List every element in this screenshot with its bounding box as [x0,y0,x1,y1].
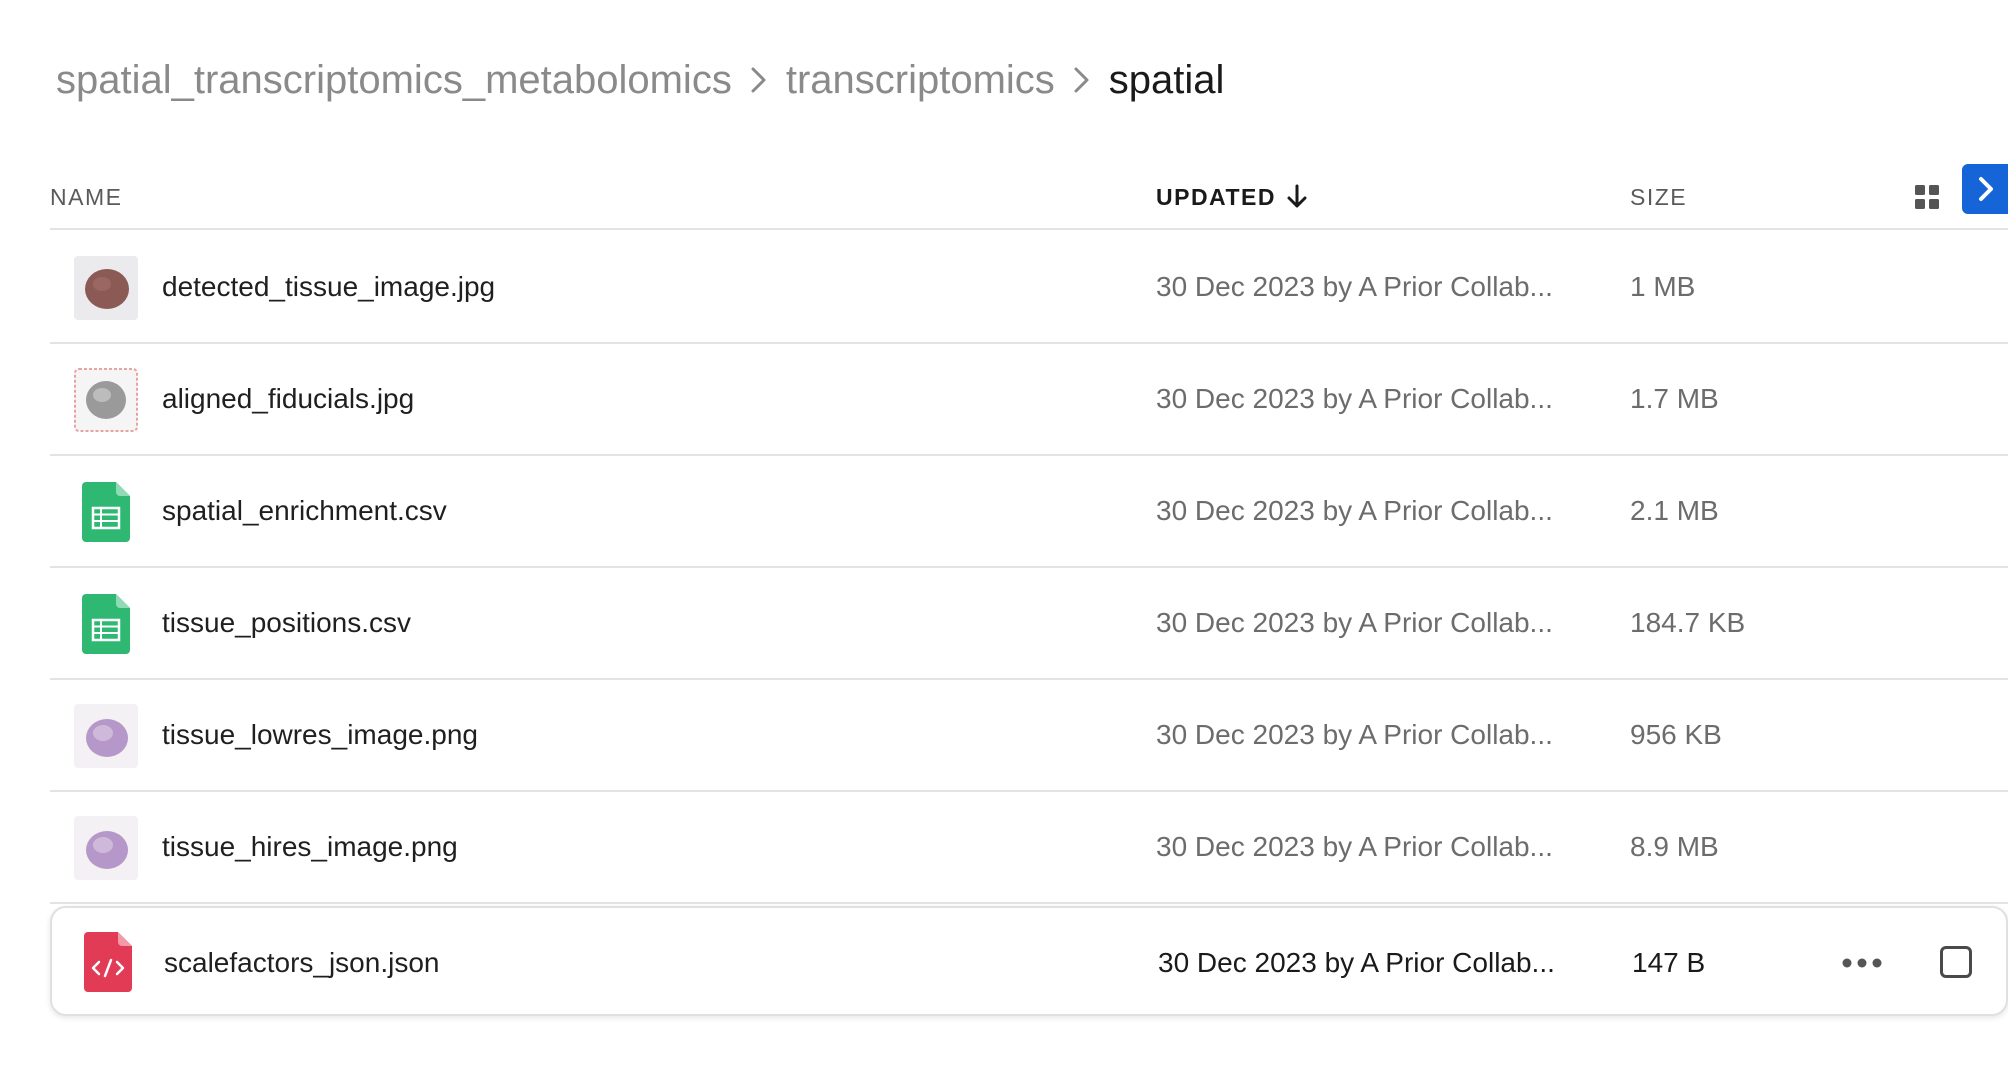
column-header-updated-label: UPDATED [1156,183,1276,210]
tissue-thumbnail [74,704,138,768]
spreadsheet-icon [74,480,138,544]
expand-panel-button[interactable] [1962,164,2008,214]
code-file-icon [76,930,140,994]
file-name[interactable]: tissue_positions.csv [162,568,411,678]
file-size: 184.7 KB [1630,607,1746,638]
tissue-thumbnail [74,816,138,880]
more-horizontal-icon [1842,958,1882,968]
file-row-selected[interactable]: scalefactors_json.json 30 Dec 2023 by A … [50,906,2008,1016]
file-size: 8.9 MB [1630,831,1719,862]
file-row[interactable]: detected_tissue_image.jpg 30 Dec 2023 by… [50,232,2008,344]
file-name[interactable]: scalefactors_json.json [164,908,439,1018]
breadcrumb-item-transcriptomics[interactable]: transcriptomics [786,58,1055,103]
chevron-right-icon [732,50,786,110]
file-row[interactable]: tissue_positions.csv 30 Dec 2023 by A Pr… [50,568,2008,680]
file-updated: 30 Dec 2023 by A Prior Collab... [1156,271,1553,302]
arrow-down-icon [1287,184,1307,208]
breadcrumb: spatial_transcriptomics_metabolomics tra… [56,50,1224,110]
file-updated: 30 Dec 2023 by A Prior Collab... [1156,719,1553,750]
file-name[interactable]: detected_tissue_image.jpg [162,232,495,342]
file-name[interactable]: tissue_lowres_image.png [162,680,478,790]
file-size: 147 B [1632,947,1706,978]
select-checkbox[interactable] [1940,946,1972,978]
breadcrumb-item-root[interactable]: spatial_transcriptomics_metabolomics [56,58,732,103]
breadcrumb-item-current: spatial [1108,57,1225,102]
grid-view-button[interactable] [1902,172,1952,222]
column-header-name[interactable]: NAME [50,172,122,222]
file-size: 1 MB [1630,271,1696,302]
file-size: 2.1 MB [1630,495,1719,526]
file-updated: 30 Dec 2023 by A Prior Collab... [1156,495,1553,526]
file-size: 1.7 MB [1630,383,1719,414]
spreadsheet-icon [74,592,138,656]
file-row[interactable]: aligned_fiducials.jpg 30 Dec 2023 by A P… [50,344,2008,456]
file-name[interactable]: spatial_enrichment.csv [162,456,447,566]
file-name[interactable]: tissue_hires_image.png [162,792,458,902]
file-row[interactable]: tissue_lowres_image.png 30 Dec 2023 by A… [50,680,2008,792]
table-header: NAME UPDATED SIZE [50,160,2008,230]
file-size: 956 KB [1630,719,1722,750]
file-updated: 30 Dec 2023 by A Prior Collab... [1156,383,1553,414]
column-header-size[interactable]: SIZE [1630,172,1687,222]
file-row[interactable]: tissue_hires_image.png 30 Dec 2023 by A … [50,792,2008,904]
file-row[interactable]: spatial_enrichment.csv 30 Dec 2023 by A … [50,456,2008,568]
file-list: detected_tissue_image.jpg 30 Dec 2023 by… [50,232,2008,1016]
file-name[interactable]: aligned_fiducials.jpg [162,344,414,454]
tissue-thumbnail [74,256,138,320]
column-header-updated[interactable]: UPDATED [1156,172,1308,222]
more-options-button[interactable] [1832,938,1892,988]
file-updated: 30 Dec 2023 by A Prior Collab... [1156,831,1553,862]
tissue-thumbnail [74,368,138,432]
file-updated: 30 Dec 2023 by A Prior Collab... [1158,947,1555,978]
grid-view-icon [1915,185,1939,209]
chevron-right-icon [1979,177,1993,201]
file-updated: 30 Dec 2023 by A Prior Collab... [1156,607,1553,638]
chevron-right-icon [1055,50,1109,110]
